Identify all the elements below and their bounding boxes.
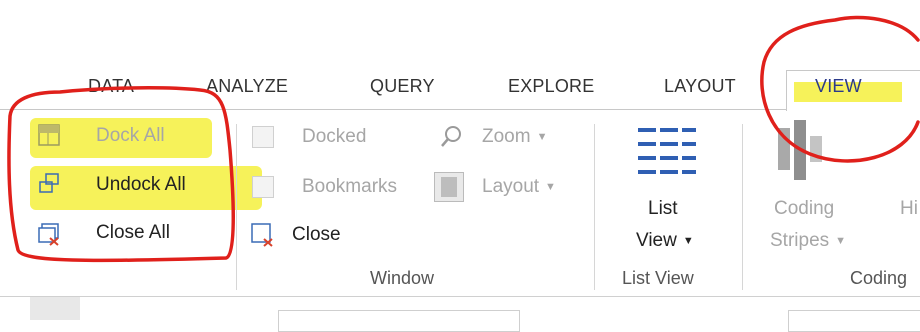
- red-annotation-overlay: [7, 15, 920, 263]
